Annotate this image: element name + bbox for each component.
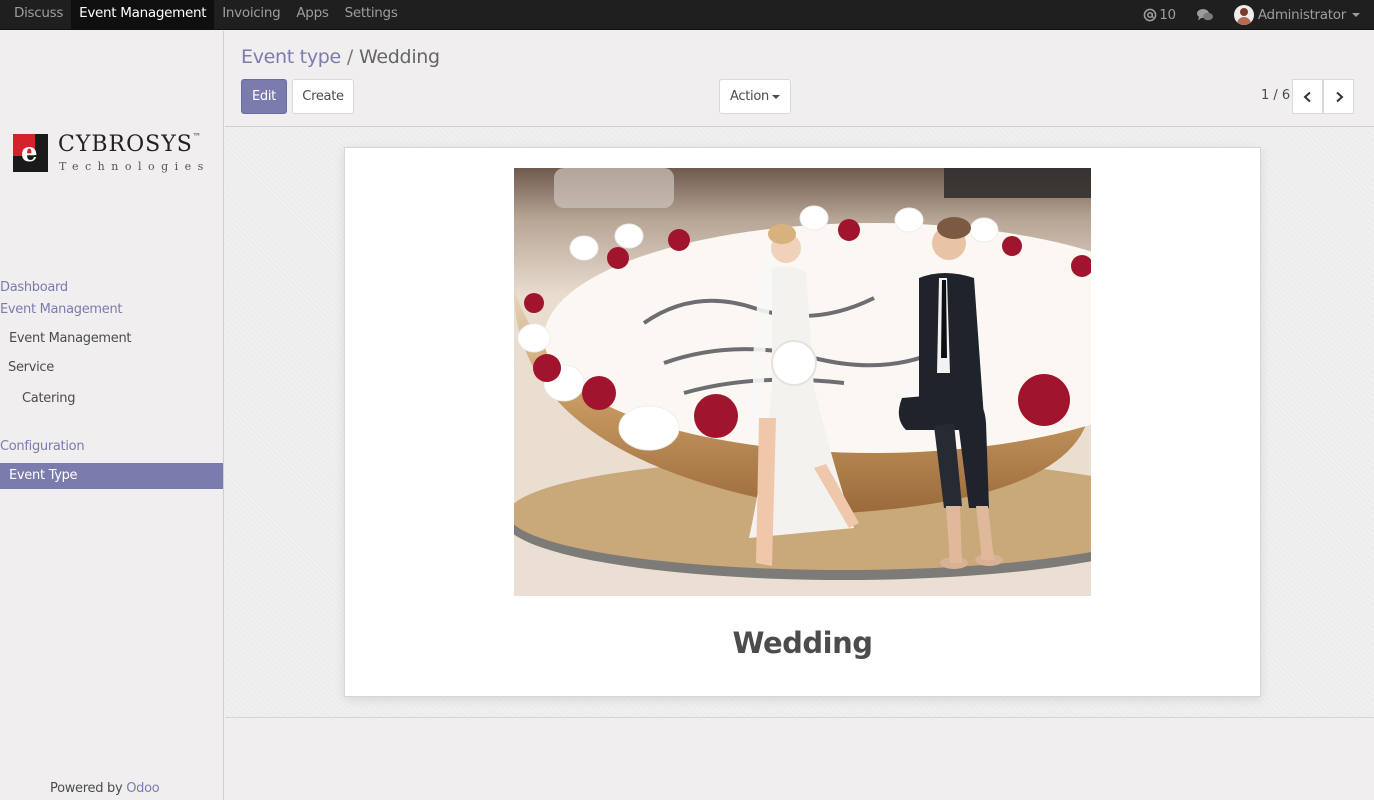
user-name: Administrator: [1257, 7, 1346, 23]
powered-by: Powered by Odoo: [50, 781, 160, 796]
sidebar-item-service[interactable]: Service: [8, 360, 54, 375]
content-footer: [225, 719, 1374, 800]
cybrosys-logo-mark: e: [13, 134, 48, 172]
at-icon: [1143, 8, 1157, 22]
avatar: [1233, 5, 1254, 25]
odoo-link[interactable]: Odoo: [126, 781, 160, 796]
notifications-count: 10: [1159, 7, 1176, 23]
event-type-name: Wedding: [732, 626, 874, 660]
chevron-down-icon: [1352, 13, 1360, 17]
logo-tagline: Technologies: [59, 160, 210, 173]
edit-button[interactable]: Edit: [241, 79, 287, 114]
action-label: Action: [730, 89, 769, 104]
sidebar-item-dashboard[interactable]: Dashboard: [0, 280, 68, 295]
sidebar: e CYBROSYS™ Technologies Dashboard Event…: [0, 31, 224, 800]
powered-by-text: Powered by: [50, 781, 123, 796]
event-type-image[interactable]: [514, 168, 1091, 596]
logo-brand: CYBROSYS™: [58, 132, 202, 157]
create-button[interactable]: Create: [292, 79, 354, 114]
sidebar-item-event-type[interactable]: Event Type: [0, 463, 223, 489]
form-view: Wedding: [225, 128, 1374, 718]
menu-invoicing[interactable]: Invoicing: [214, 0, 288, 30]
user-menu[interactable]: Administrator: [1226, 2, 1368, 28]
control-panel: Event type / Wedding Edit Create Action 1 …: [225, 31, 1374, 127]
breadcrumb-separator: /: [346, 46, 354, 68]
sidebar-section-event-management[interactable]: Event Management: [0, 302, 123, 317]
chat-button[interactable]: [1184, 2, 1226, 28]
form-sheet: Wedding: [344, 147, 1261, 697]
menu-settings[interactable]: Settings: [337, 0, 406, 30]
action-dropdown[interactable]: Action: [719, 79, 791, 114]
caret-down-icon: [771, 94, 780, 99]
sidebar-section-configuration[interactable]: Configuration: [0, 439, 85, 454]
pager-next-button[interactable]: [1323, 79, 1354, 114]
breadcrumb: Event type / Wedding: [241, 46, 440, 68]
pager-value[interactable]: 1 / 6: [1261, 88, 1290, 103]
app-menu: Discuss Event Management Invoicing Apps …: [6, 0, 406, 30]
chevron-right-icon: [1335, 91, 1343, 102]
notifications-button[interactable]: 10: [1135, 2, 1184, 28]
top-navbar: Discuss Event Management Invoicing Apps …: [0, 0, 1374, 30]
breadcrumb-current: Wedding: [359, 46, 440, 68]
systray: 10 Administrator: [1135, 0, 1368, 30]
sidebar-item-catering[interactable]: Catering: [22, 391, 75, 406]
pager-previous-button[interactable]: [1292, 79, 1323, 114]
chat-bubbles-icon: [1196, 9, 1213, 21]
menu-event-management[interactable]: Event Management: [71, 0, 215, 30]
sidebar-item-event-management[interactable]: Event Management: [9, 331, 132, 346]
wedding-cake-image: [514, 168, 1091, 596]
menu-apps[interactable]: Apps: [288, 0, 336, 30]
chevron-left-icon: [1303, 91, 1311, 102]
company-logo[interactable]: e CYBROSYS™ Technologies: [13, 132, 213, 176]
menu-discuss[interactable]: Discuss: [6, 0, 71, 30]
breadcrumb-event-type[interactable]: Event type: [241, 46, 341, 68]
